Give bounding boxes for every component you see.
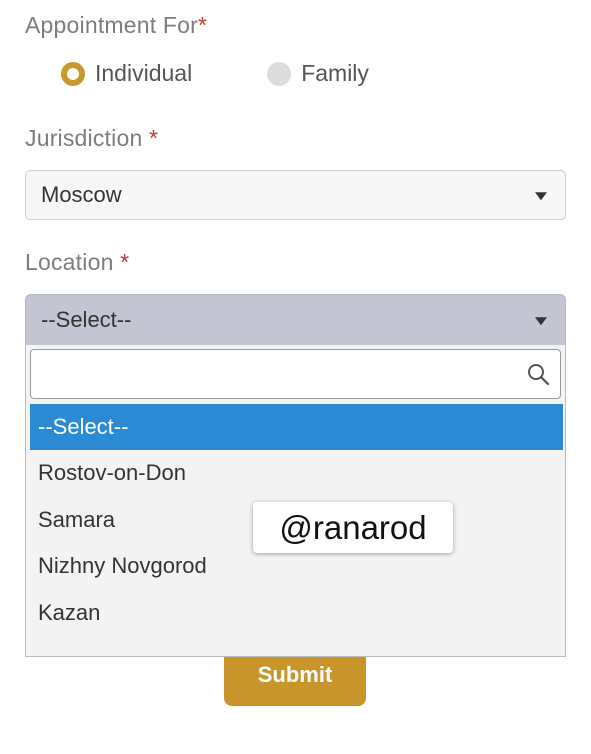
appointment-radio-group: Individual Family [61, 60, 369, 87]
radio-individual[interactable]: Individual [61, 60, 192, 87]
caret-down-icon [535, 192, 547, 201]
appointment-for-label: Appointment For* [25, 12, 207, 39]
jurisdiction-select-value: Moscow [41, 182, 122, 207]
location-select-value: --Select-- [41, 307, 132, 332]
watermark: @ranarod [253, 502, 453, 553]
dropdown-option[interactable]: Rostov-on-Don [30, 450, 563, 496]
caret-down-icon [535, 317, 547, 326]
appointment-for-label-text: Appointment For [25, 12, 199, 38]
required-asterisk: * [198, 12, 208, 38]
jurisdiction-select[interactable]: Moscow [25, 170, 566, 220]
dropdown-option[interactable]: --Select-- [30, 404, 563, 450]
jurisdiction-label-text: Jurisdiction [25, 125, 143, 151]
radio-family[interactable]: Family [267, 60, 369, 87]
required-asterisk: * [120, 249, 130, 275]
dropdown-search-input[interactable] [31, 350, 511, 396]
required-asterisk: * [149, 125, 159, 151]
radio-individual-label: Individual [95, 60, 193, 86]
dropdown-search-box [30, 349, 561, 399]
radio-checked-icon [61, 61, 85, 86]
location-label-text: Location [25, 249, 114, 275]
location-label: Location * [25, 249, 129, 276]
location-dropdown-list: --Select-- Rostov-on-Don Samara Nizhny N… [25, 345, 566, 657]
dropdown-option[interactable]: Kazan [30, 590, 563, 636]
radio-family-label: Family [301, 60, 369, 86]
location-select[interactable]: --Select-- [25, 294, 566, 346]
jurisdiction-label: Jurisdiction * [25, 125, 158, 152]
search-icon [528, 364, 550, 386]
radio-unchecked-icon [267, 61, 292, 86]
